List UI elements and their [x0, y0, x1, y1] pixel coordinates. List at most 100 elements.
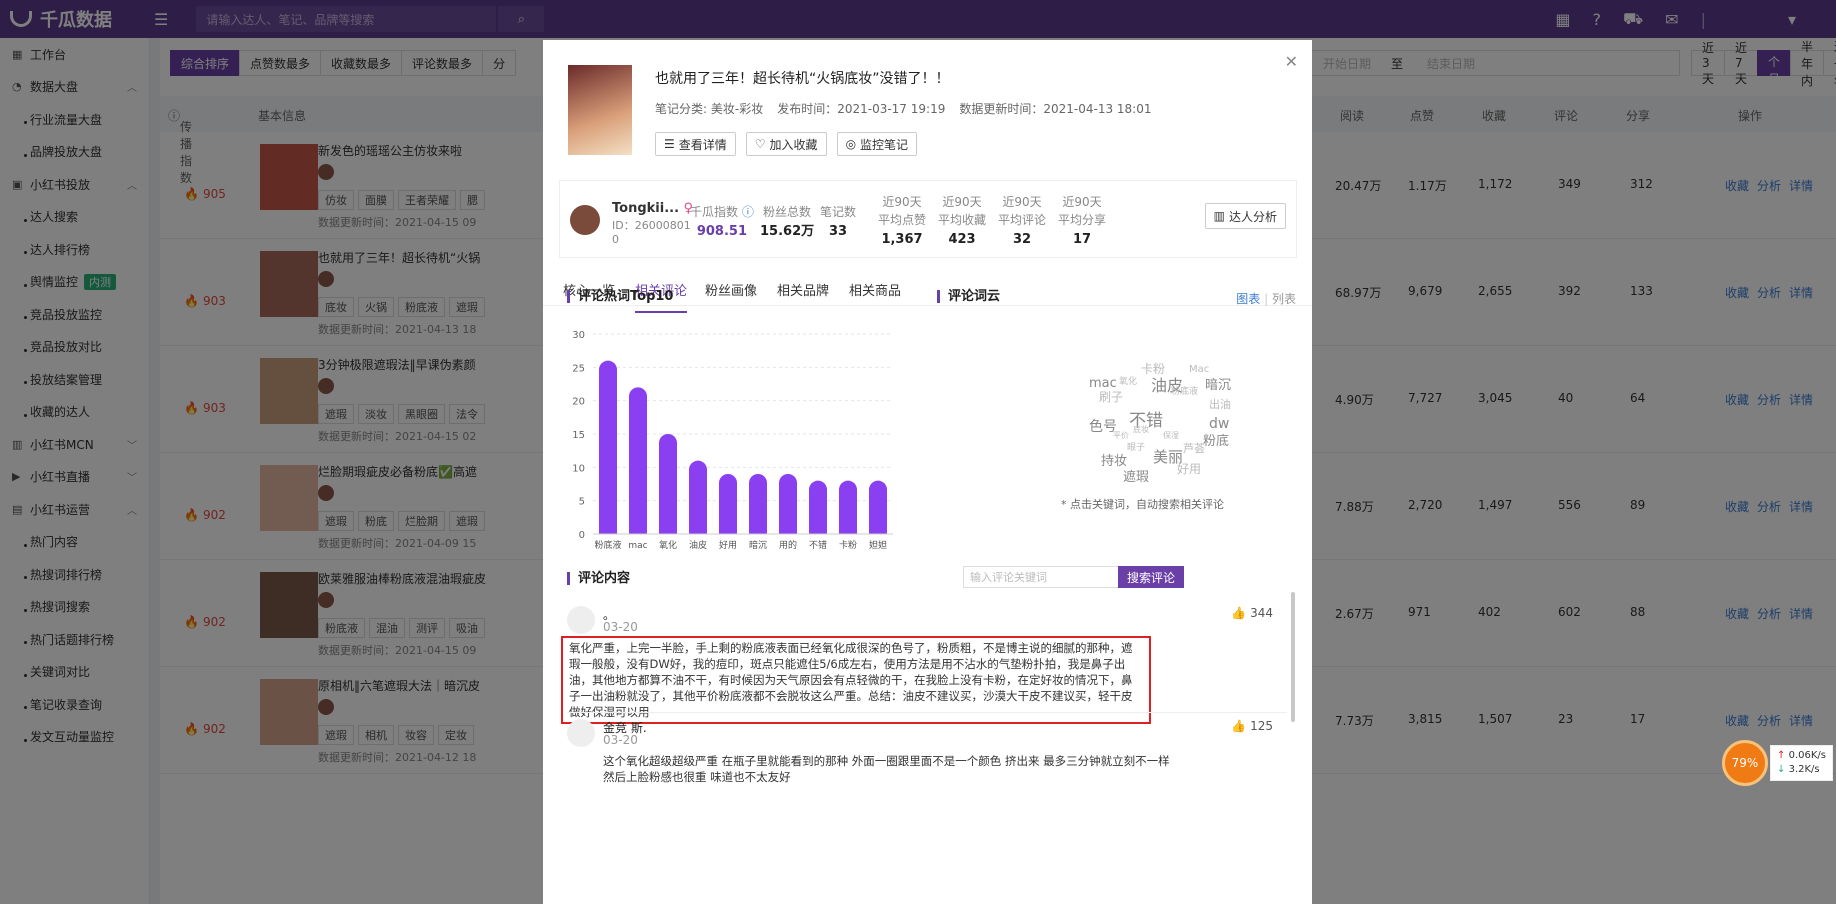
word-cloud-title: 评论词云 — [937, 290, 1000, 303]
stat-label: 笔记数 — [820, 205, 857, 219]
network-speed-widget[interactable]: 79% ↑ 0.06K/s ↓ 3.2K/s — [1722, 740, 1833, 786]
avatar — [567, 606, 595, 634]
speed-percent: 79% — [1722, 740, 1768, 786]
creator-name[interactable]: Tongkii... ♀ — [612, 201, 693, 216]
word-cloud-note: * 点击关键词，自动搜索相关评论 — [1061, 498, 1224, 511]
view-list-link[interactable]: 列表 — [1272, 292, 1296, 306]
close-icon[interactable]: ✕ — [1285, 52, 1298, 71]
cloud-word[interactable]: 刷子 — [1099, 388, 1123, 405]
x-tick-label: 油皮 — [689, 539, 707, 551]
bar-chart-icon: ▥ — [1213, 209, 1225, 223]
monitor-note-button[interactable]: ◎ 监控笔记 — [836, 132, 918, 156]
stat-value: 423 — [948, 232, 976, 247]
cloud-word[interactable]: 氧化 — [1119, 374, 1137, 387]
stat-column: 近90天平均收藏 423 — [938, 193, 986, 249]
cloud-word[interactable]: 粉底 — [1203, 430, 1229, 449]
cloud-word[interactable]: 好用 — [1177, 460, 1201, 477]
stat-value: 17 — [1072, 232, 1092, 247]
cloud-word[interactable]: 眼子 — [1127, 440, 1145, 453]
stat-column: 近90天 平均评论 32 — [998, 193, 1046, 249]
y-tick-label: 10 — [572, 463, 585, 474]
x-tick-label: 妲妲 — [869, 539, 887, 551]
x-tick-label: 不错 — [809, 539, 827, 551]
stat-label: 平均分享 — [1058, 213, 1107, 227]
note-meta: 笔记分类: 美妆-彩妆 发布时间：2021-03-17 19:19 数据更新时间… — [655, 100, 1151, 117]
stat-label: 近90天 — [1002, 195, 1042, 209]
cloud-word[interactable]: 暗沉 — [1205, 374, 1231, 393]
tab-4[interactable]: 相关商品 — [849, 280, 901, 311]
comments-title: 评论内容 — [567, 572, 630, 585]
thumb-up-icon: 👍 — [1231, 719, 1247, 733]
x-tick-label: 暗沉 — [749, 539, 767, 551]
stat-column: 近90天平均分享 17 — [1058, 193, 1106, 249]
monitor-icon: ◎ — [845, 137, 857, 151]
speed-box: ↑ 0.06K/s ↓ 3.2K/s — [1770, 745, 1833, 781]
help-icon[interactable]: ⓘ — [742, 205, 754, 219]
cloud-word[interactable]: 遮瑕 — [1123, 466, 1149, 485]
bar-body — [629, 396, 647, 534]
x-tick-label: 好用 — [719, 539, 737, 551]
bar-body — [689, 469, 707, 534]
stat-label: 近90天 — [942, 195, 982, 209]
bar-body — [749, 483, 767, 534]
add-favorite-button[interactable]: ♡ 加入收藏 — [745, 132, 827, 156]
y-tick-label: 5 — [579, 497, 585, 508]
comment-item: 金竞 斯. 03-20 👍 125 这个氧化超级超级严重 在瓶子里就能看到的那种… — [567, 712, 1287, 792]
cloud-word[interactable]: 平价 — [1113, 430, 1129, 441]
tab-3[interactable]: 相关品牌 — [777, 280, 829, 311]
creator-id: ID：26000801 0 — [612, 219, 691, 246]
cloud-word[interactable]: 底妆 — [1133, 424, 1149, 435]
view-detail-button[interactable]: ☰ 查看详情 — [655, 132, 736, 156]
stat-value: 908.51 — [696, 224, 747, 239]
creator-analysis-button[interactable]: ▥ 达人分析 — [1204, 203, 1286, 229]
cloud-word[interactable]: 芦荟 — [1183, 440, 1205, 456]
hot-words-title: 评论热词Top10 — [567, 290, 673, 303]
view-chart-link[interactable]: 图表 — [1236, 292, 1260, 306]
arrow-down-icon: ↓ — [1777, 764, 1786, 775]
stat-value: 1,367 — [881, 232, 923, 247]
stat-label: 千瓜指数 ⓘ — [690, 205, 754, 219]
comment-search-input[interactable]: 输入评论关键词 — [963, 566, 1143, 588]
comment-search-button[interactable]: 搜索评论 — [1118, 566, 1184, 588]
stat-value: 15.62万 — [760, 224, 815, 239]
comment-likes: 👍 344 — [1231, 606, 1273, 620]
cloud-word[interactable]: 出油 — [1209, 396, 1231, 412]
bar-body — [839, 489, 857, 534]
creator-avatar[interactable] — [570, 205, 600, 235]
stat-label: 平均点赞 — [878, 213, 927, 227]
stat-label: 平均评论 — [998, 213, 1047, 227]
comment-text: 氧化严重，上完一半脸，手上剩的粉底液表面已经氧化成很深的色号了，粉质粗，不是博主… — [561, 636, 1151, 724]
bar-body — [869, 489, 887, 534]
stat-column: 粉丝总数 15.62万 — [760, 203, 814, 241]
comment-date: 03-20 — [603, 620, 638, 634]
bar-body — [659, 443, 677, 534]
list-icon: ☰ — [664, 137, 675, 151]
cloud-word[interactable]: 保湿 — [1163, 430, 1179, 441]
stat-label: 近90天 — [882, 195, 922, 209]
note-actions: ☰ 查看详情 ♡ 加入收藏 ◎ 监控笔记 — [655, 132, 918, 156]
tab-2[interactable]: 粉丝画像 — [705, 280, 757, 311]
x-tick-label: 氧化 — [659, 539, 677, 551]
creator-stats-card: Tongkii... ♀ ID：26000801 0 千瓜指数 ⓘ 908.51 粉… — [559, 180, 1297, 258]
avatar — [567, 719, 595, 747]
y-tick-label: 30 — [572, 330, 585, 341]
note-detail-modal: ✕ 也就用了三年！超长待机“火锅底妆”没错了！！ 笔记分类: 美妆-彩妆 发布时… — [543, 40, 1312, 904]
comment-item: 。 03-20 👍 344 氧化严重，上完一半脸，手上剩的粉底液表面已经氧化成很… — [561, 606, 1287, 724]
bar-body — [599, 369, 617, 534]
stat-label: 近90天 — [1062, 195, 1102, 209]
x-tick-label: 卡粉 — [839, 539, 857, 551]
note-cover-image — [568, 65, 632, 155]
stat-label: 平均收藏 — [938, 213, 987, 227]
x-tick-label: 用的 — [779, 539, 797, 551]
stat-column: 千瓜指数 ⓘ 908.51 — [690, 203, 754, 241]
note-category: 笔记分类: 美妆-彩妆 — [655, 102, 764, 116]
note-updated: 数据更新时间：2021-04-13 18:01 — [959, 102, 1152, 116]
comments-scrollbar[interactable] — [1291, 592, 1295, 722]
y-tick-label: 20 — [572, 397, 585, 408]
thumb-up-icon: 👍 — [1231, 606, 1247, 620]
bar-body — [809, 489, 827, 534]
cloud-word[interactable]: 粉底液 — [1171, 384, 1198, 397]
x-tick-label: mac — [628, 541, 647, 551]
stat-value: 33 — [828, 224, 848, 239]
bar-body — [719, 483, 737, 534]
